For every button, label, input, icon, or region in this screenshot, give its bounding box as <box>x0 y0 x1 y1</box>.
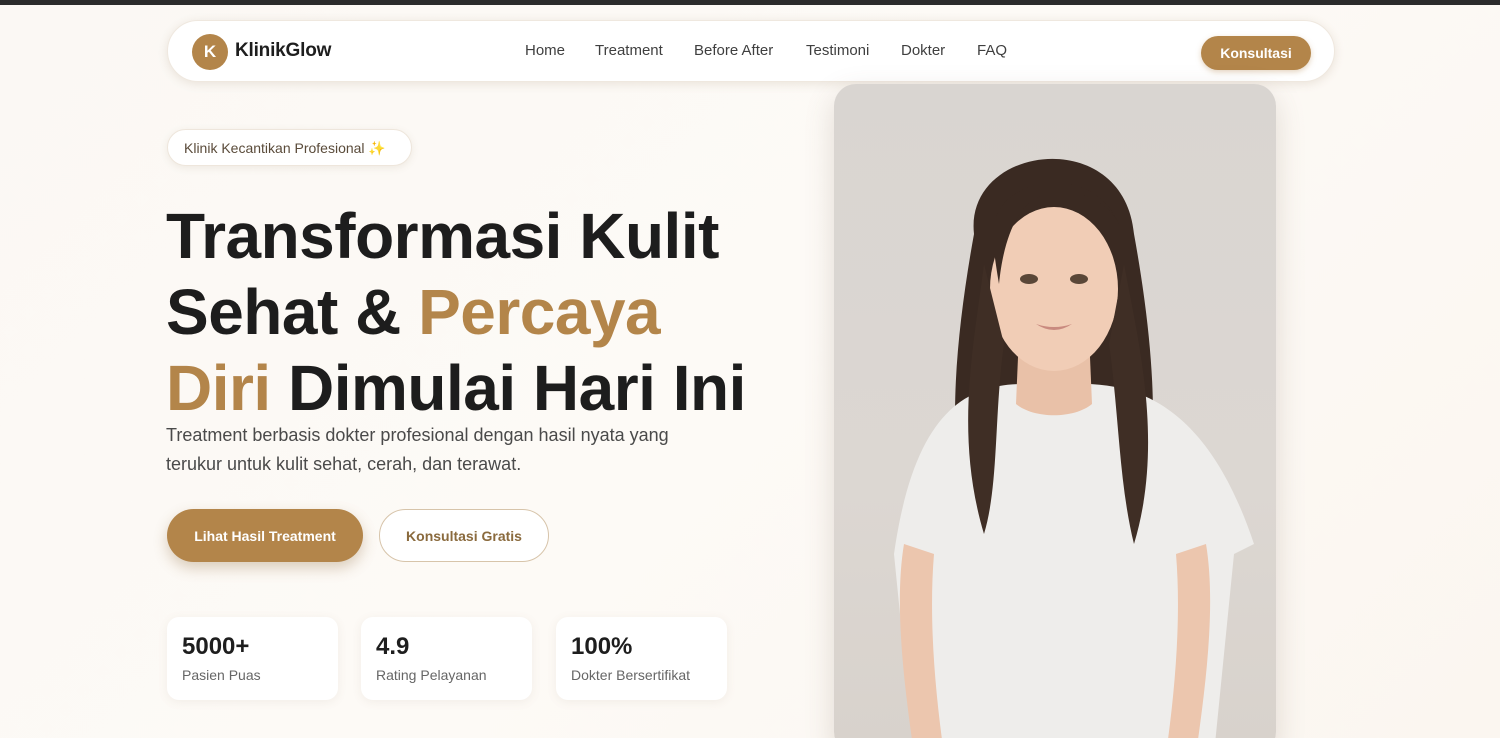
hero-title-part2: Dimulai Hari Ini <box>270 352 746 424</box>
stat-value: 100% <box>571 633 633 660</box>
hero-portrait-image <box>834 84 1276 738</box>
brand-name[interactable]: KlinikGlow <box>235 40 331 62</box>
stat-label: Rating Pelayanan <box>376 667 487 683</box>
portrait-illustration <box>894 158 1254 738</box>
navbar: K KlinikGlow Home Treatment Before After… <box>167 20 1335 82</box>
hero-title: Transformasi Kulit Sehat & Percaya Diri … <box>166 198 766 426</box>
nav-link-treatment[interactable]: Treatment <box>595 42 663 59</box>
nav-konsultasi-button[interactable]: Konsultasi <box>1201 36 1311 70</box>
window-top-border <box>0 0 1500 5</box>
logo-icon[interactable]: K <box>192 34 228 70</box>
free-consultation-button[interactable]: Konsultasi Gratis <box>379 509 549 562</box>
nav-link-home[interactable]: Home <box>525 42 565 59</box>
hero-badge: Klinik Kecantikan Profesional ✨ <box>167 129 412 166</box>
hero-description: Treatment berbasis dokter profesional de… <box>166 425 669 474</box>
stat-value: 5000+ <box>182 633 250 660</box>
stat-card-certified: 100% Dokter Bersertifikat <box>556 617 727 700</box>
stat-value: 4.9 <box>376 633 410 660</box>
nav-link-testimoni[interactable]: Testimoni <box>806 42 869 59</box>
nav-link-before-after[interactable]: Before After <box>694 42 773 59</box>
stat-card-rating: 4.9 Rating Pelayanan <box>361 617 532 700</box>
stat-card-patients: 5000+ Pasien Puas <box>167 617 338 700</box>
view-results-button[interactable]: Lihat Hasil Treatment <box>167 509 363 562</box>
stat-label: Pasien Puas <box>182 667 261 683</box>
nav-link-dokter[interactable]: Dokter <box>901 42 945 59</box>
stat-label: Dokter Bersertifikat <box>571 667 691 683</box>
nav-link-faq[interactable]: FAQ <box>977 42 1007 59</box>
